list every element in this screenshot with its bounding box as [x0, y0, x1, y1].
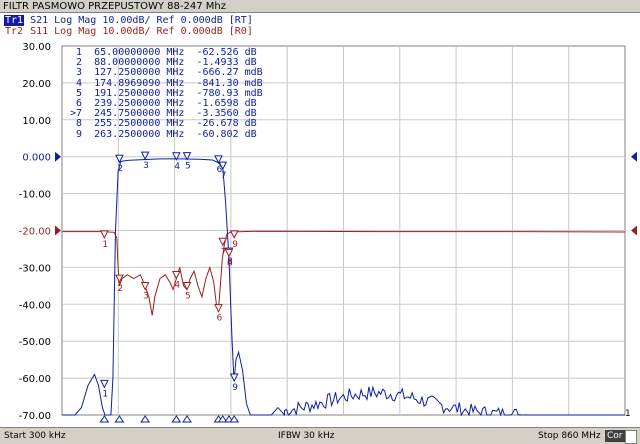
- marker-label-s21: 9: [232, 383, 238, 393]
- ref-arrow-right-trace2: [631, 225, 637, 236]
- marker-axis-triangle: [114, 415, 125, 423]
- y-tick-label: -30.00: [19, 263, 51, 274]
- marker-axis-triangle: [99, 415, 110, 423]
- ifbw-setting[interactable]: IFBW 30 kHz: [278, 430, 334, 442]
- status-bar: Start 300 kHz IFBW 30 kHz Stop 860 MHz C…: [0, 427, 640, 444]
- ref-arrow-left-trace2: [55, 225, 61, 236]
- marker-label-s21: 1: [102, 389, 108, 399]
- marker-unit: dB: [244, 128, 257, 140]
- marker-row[interactable]: 9 263.2500000 MHz -60.802 dB: [64, 128, 263, 140]
- y-tick-label: -20.00: [19, 227, 51, 238]
- marker-label-s11: 3: [143, 292, 149, 302]
- marker-label-s11: 9: [232, 240, 238, 250]
- ref-arrow-right-trace1: [631, 151, 637, 162]
- marker-label-s11: 5: [185, 292, 191, 302]
- marker-axis-triangle: [182, 415, 192, 423]
- correction-indicator[interactable]: Cor: [605, 430, 625, 442]
- stop-frequency[interactable]: Stop 860 MHz: [538, 430, 601, 442]
- marker-label-s21: 5: [185, 162, 191, 172]
- marker-label-s21: 7: [221, 171, 227, 181]
- marker-table: 1 65.00000000 MHz -62.526 dB 2 88.000000…: [64, 47, 263, 140]
- y-tick-label: -50.00: [19, 337, 51, 348]
- ref-arrow-left-trace1: [55, 151, 61, 162]
- marker-label-s11: 1: [102, 240, 108, 250]
- start-frequency[interactable]: Start 300 kHz: [4, 430, 66, 442]
- marker-label-s21: 3: [143, 161, 149, 171]
- marker-label-s21: 2: [117, 164, 123, 174]
- marker-axis-triangle: [140, 415, 151, 423]
- marker-label-s11: 8: [227, 258, 233, 268]
- marker-value: -60.802: [190, 128, 245, 140]
- marker-label-s21: 4: [174, 162, 180, 172]
- status-indicator-box: [625, 430, 637, 444]
- y-tick-label: -40.00: [19, 300, 51, 311]
- y-tick-label: -60.00: [19, 374, 51, 385]
- ref-marker-label: 1: [625, 409, 631, 419]
- marker-label-s11: 4: [174, 280, 180, 290]
- marker-frequency: 263.2500000 MHz: [94, 128, 191, 140]
- y-tick-label: 20.00: [22, 79, 51, 90]
- y-tick-label: 0.000: [22, 153, 51, 164]
- y-tick-label: 30.00: [22, 42, 51, 53]
- y-tick-label: -10.00: [19, 190, 51, 201]
- vna-window: FILTR PASMOWO PRZEPUSTOWY 88-247 Mhz Tr1…: [0, 0, 640, 444]
- marker-axis-triangle: [171, 415, 182, 423]
- marker-label-s11: 2: [117, 284, 123, 294]
- marker-label-s11: 6: [216, 314, 222, 324]
- y-tick-label: 10.00: [22, 116, 51, 127]
- y-tick-label: -70.00: [19, 411, 51, 422]
- marker-id: 9: [64, 128, 95, 140]
